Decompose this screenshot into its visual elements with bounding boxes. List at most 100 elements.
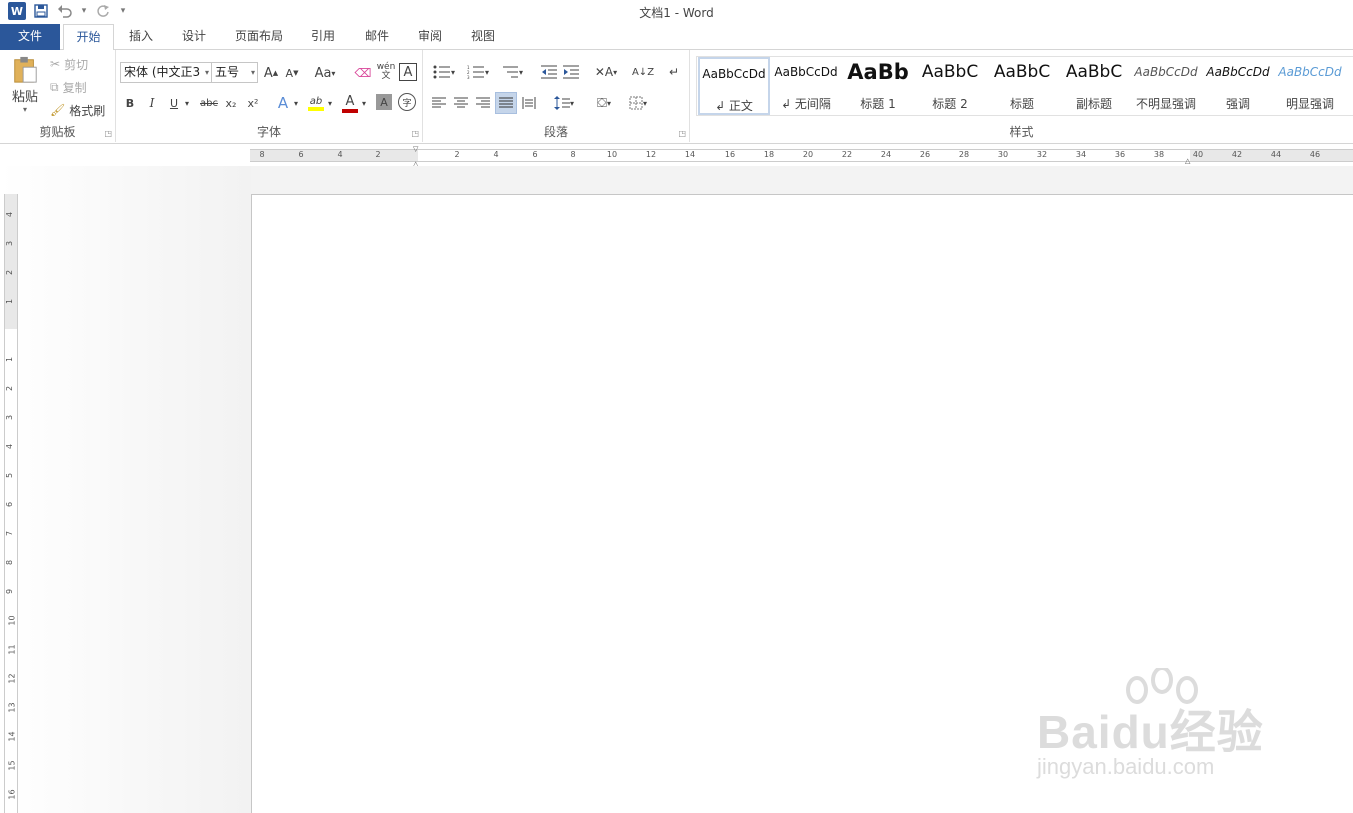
ruler-number: 38 (1153, 150, 1165, 159)
style-subtle-emphasis[interactable]: AaBbCcDd 不明显强调 (1130, 57, 1202, 115)
character-border-button[interactable]: A (399, 63, 417, 81)
tab-review[interactable]: 审阅 (407, 24, 453, 50)
borders-icon (629, 96, 643, 110)
align-left-button[interactable] (429, 93, 449, 113)
ruler-number: 12 (7, 673, 17, 684)
show-marks-button[interactable]: ↵ (665, 62, 683, 82)
tab-view[interactable]: 视图 (460, 24, 506, 50)
ruler-number: 4 (5, 211, 15, 218)
font-size-value: 五号 (215, 65, 240, 79)
line-spacing-button[interactable]: ▾ (549, 93, 579, 113)
highlight-dropdown-icon[interactable]: ▾ (326, 94, 334, 112)
vertical-ruler[interactable]: 4 3 2 1 1 2 3 4 5 6 7 8 9 10 11 12 13 14 15 16 (4, 194, 18, 813)
shading-button[interactable]: ⛋ ▾ (589, 93, 619, 113)
shrink-font-button[interactable]: A ▼ (283, 63, 301, 83)
text-effects-button[interactable]: A (274, 93, 292, 113)
multilevel-list-button[interactable]: ▾ (497, 62, 527, 82)
paintbrush-icon: 🖌 (50, 103, 66, 117)
copy-button[interactable]: ⧉ 复制 (50, 78, 100, 96)
underline-button[interactable]: U (166, 94, 182, 112)
paragraph-group: ▾ 1 2 3 ▾ ▾ ✕A ▾ A↓Z ↵ ▾ ⛋ ▾ ▾ 段落 ◳ (423, 50, 690, 142)
styles-group-label: 样式 (1009, 125, 1034, 139)
ruler-number: 3 (5, 240, 15, 247)
copy-icon: ⧉ (50, 79, 59, 94)
sort-button[interactable]: A↓Z (632, 62, 654, 82)
underline-dropdown-icon[interactable]: ▾ (182, 94, 192, 112)
enclose-characters-button[interactable]: 字 (398, 93, 416, 111)
asian-layout-button[interactable]: ✕A ▾ (591, 62, 621, 82)
tab-file[interactable]: 文件 (0, 24, 60, 50)
tab-insert[interactable]: 插入 (118, 24, 164, 50)
ruler-number: 28 (958, 150, 970, 159)
tab-design[interactable]: 设计 (171, 24, 217, 50)
tab-mailings[interactable]: 邮件 (354, 24, 400, 50)
ruler-number: 13 (7, 702, 17, 713)
align-right-icon (476, 97, 490, 108)
bullet-list-icon (433, 65, 450, 79)
paint-bucket-icon: ⛋ (597, 95, 607, 111)
clear-formatting-icon[interactable]: ⌫ (354, 63, 372, 83)
superscript-button[interactable]: x² (244, 94, 262, 112)
clipboard-launcher-icon[interactable]: ◳ (104, 129, 112, 138)
first-line-indent-marker[interactable]: ▽ (413, 145, 423, 153)
svg-text:3: 3 (467, 75, 470, 79)
scissors-icon: ✂ (50, 57, 61, 71)
bullets-button[interactable]: ▾ (429, 62, 459, 82)
ruler-number: 22 (841, 150, 853, 159)
style-subtitle[interactable]: AaBbC 副标题 (1058, 57, 1130, 115)
horizontal-ruler[interactable]: 8 6 4 2 2 4 6 8 10 12 14 16 18 20 22 24 26 28 30 32 34 36 38 40… (0, 145, 1353, 168)
bold-button[interactable]: B (122, 94, 138, 112)
paragraph-launcher-icon[interactable]: ◳ (678, 129, 686, 138)
style-title[interactable]: AaBbC 标题 (986, 57, 1058, 115)
font-size-select[interactable]: 五号 ▾ (211, 62, 258, 83)
ruler-number: 16 (7, 789, 17, 800)
ruler-number: 34 (1075, 150, 1087, 159)
font-color-dropdown-icon[interactable]: ▾ (360, 94, 368, 112)
baidu-watermark: Baidu经验 jingyan.baidu.com (1037, 668, 1287, 788)
style-heading-1[interactable]: AaBb 标题 1 (842, 57, 914, 115)
right-indent-marker[interactable]: △ (1185, 157, 1195, 165)
distributed-button[interactable] (519, 93, 539, 113)
align-center-button[interactable] (451, 93, 471, 113)
increase-indent-button[interactable] (561, 62, 581, 82)
ribbon-tabs: 文件 开始 插入 设计 页面布局 引用 邮件 审阅 视图 (0, 24, 1353, 51)
style-emphasis[interactable]: AaBbCcDd 强调 (1202, 57, 1274, 115)
strikethrough-button[interactable]: abc (198, 94, 220, 112)
highlight-button[interactable]: ab (306, 92, 326, 114)
font-color-button[interactable]: A (340, 92, 360, 114)
style-heading-2[interactable]: AaBbC 标题 2 (914, 57, 986, 115)
subscript-button[interactable]: x₂ (222, 94, 240, 112)
tab-references[interactable]: 引用 (300, 24, 346, 50)
italic-button[interactable]: I (144, 94, 160, 112)
borders-button[interactable]: ▾ (623, 93, 653, 113)
cut-button[interactable]: ✂ 剪切 (50, 55, 100, 73)
change-case-button[interactable]: Aa ▾ (310, 63, 340, 83)
tab-home[interactable]: 开始 (63, 24, 114, 51)
styles-gallery: AaBbCcDd ↲ 正文 AaBbCcDd ↲ 无间隔 AaBb 标题 1 A… (696, 56, 1353, 116)
ruler-number: 6 (5, 501, 15, 508)
ruler-number: 11 (7, 644, 17, 655)
watermark-brand: Baidu经验 (1037, 706, 1264, 758)
distributed-icon (522, 97, 536, 109)
style-normal[interactable]: AaBbCcDd ↲ 正文 (698, 57, 770, 115)
text-effects-dropdown-icon[interactable]: ▾ (292, 94, 300, 112)
font-launcher-icon[interactable]: ◳ (411, 129, 419, 138)
align-right-button[interactable] (473, 93, 493, 113)
character-shading-button[interactable]: A (376, 94, 392, 110)
grow-font-button[interactable]: A ▲ (262, 63, 280, 83)
font-name-select[interactable]: 宋体 (中文正3 ▾ (120, 62, 212, 83)
clipboard-group-label: 剪贴板 (39, 125, 76, 139)
ruler-number: 4 (5, 443, 15, 450)
phonetic-guide-button[interactable]: wén 文 (376, 60, 396, 84)
ruler-number: 44 (1270, 150, 1282, 159)
decrease-indent-button[interactable] (539, 62, 559, 82)
style-no-spacing[interactable]: AaBbCcDd ↲ 无间隔 (770, 57, 842, 115)
format-painter-button[interactable]: 🖌 格式刷 (50, 101, 110, 119)
tab-page-layout[interactable]: 页面布局 (226, 24, 292, 50)
justify-button[interactable] (495, 92, 517, 114)
numbering-button[interactable]: 1 2 3 ▾ (463, 62, 493, 82)
style-intense-emphasis[interactable]: AaBbCcDd 明显强调 (1274, 57, 1346, 115)
format-painter-label: 格式刷 (69, 103, 106, 118)
ruler-number: 10 (606, 150, 618, 159)
paste-button[interactable]: 粘贴 ▾ (6, 56, 44, 114)
